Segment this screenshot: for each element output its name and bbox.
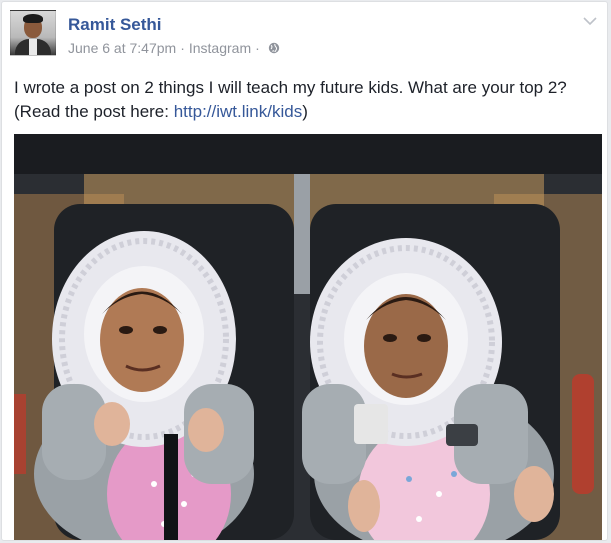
post-photo-illustration — [14, 134, 602, 540]
post-text-prefix: (Read the post here: — [14, 102, 174, 121]
post-text-line-1: I wrote a post on 2 things I will teach … — [14, 78, 567, 97]
post-photo[interactable] — [14, 134, 602, 540]
author-name[interactable]: Ramit Sethi — [68, 15, 162, 35]
author-avatar[interactable] — [10, 10, 56, 56]
post-timestamp[interactable]: June 6 at 7:47pm — [68, 40, 176, 56]
globe-icon[interactable] — [268, 42, 280, 54]
avatar-hair — [23, 14, 43, 23]
post-message: I wrote a post on 2 things I will teach … — [14, 76, 600, 124]
post-source[interactable]: Instagram — [189, 40, 251, 56]
meta-separator: · — [180, 40, 185, 56]
avatar-shirt — [29, 39, 37, 55]
chevron-down-icon[interactable] — [583, 16, 597, 26]
meta-separator: · — [255, 40, 260, 56]
post-meta: June 6 at 7:47pm · Instagram · — [68, 40, 280, 56]
facebook-post-card: Ramit Sethi June 6 at 7:47pm · Instagram… — [1, 1, 608, 541]
post-link[interactable]: http://iwt.link/kids — [174, 102, 303, 121]
post-text-line-2: (Read the post here: http://iwt.link/kid… — [14, 100, 600, 124]
post-text-suffix: ) — [302, 102, 308, 121]
